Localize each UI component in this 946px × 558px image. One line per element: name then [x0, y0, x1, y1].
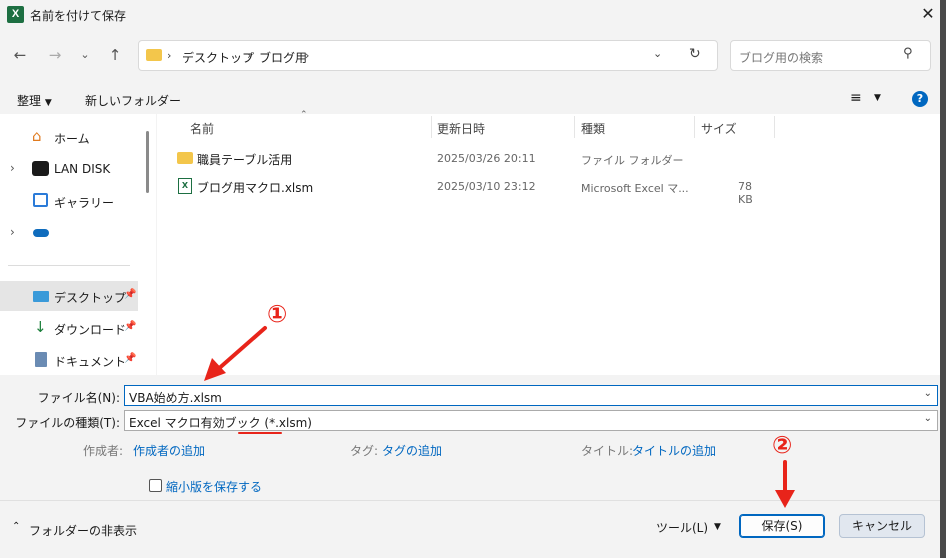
save-as-dialog: X 名前を付けて保存 ✕ ← → ⌄ ↑ › デスクトップ › ブログ用 › ⌄…	[0, 0, 940, 558]
annotation-arrowhead-2	[775, 490, 795, 508]
annotation-overlay	[204, 326, 795, 508]
annotation-underline	[238, 432, 282, 434]
annotation-arrowhead-1	[204, 358, 226, 381]
annotation-arrow-1	[214, 326, 267, 373]
annotation-marker-2: ②	[772, 431, 793, 459]
annotation-marker-1: ①	[267, 300, 288, 328]
